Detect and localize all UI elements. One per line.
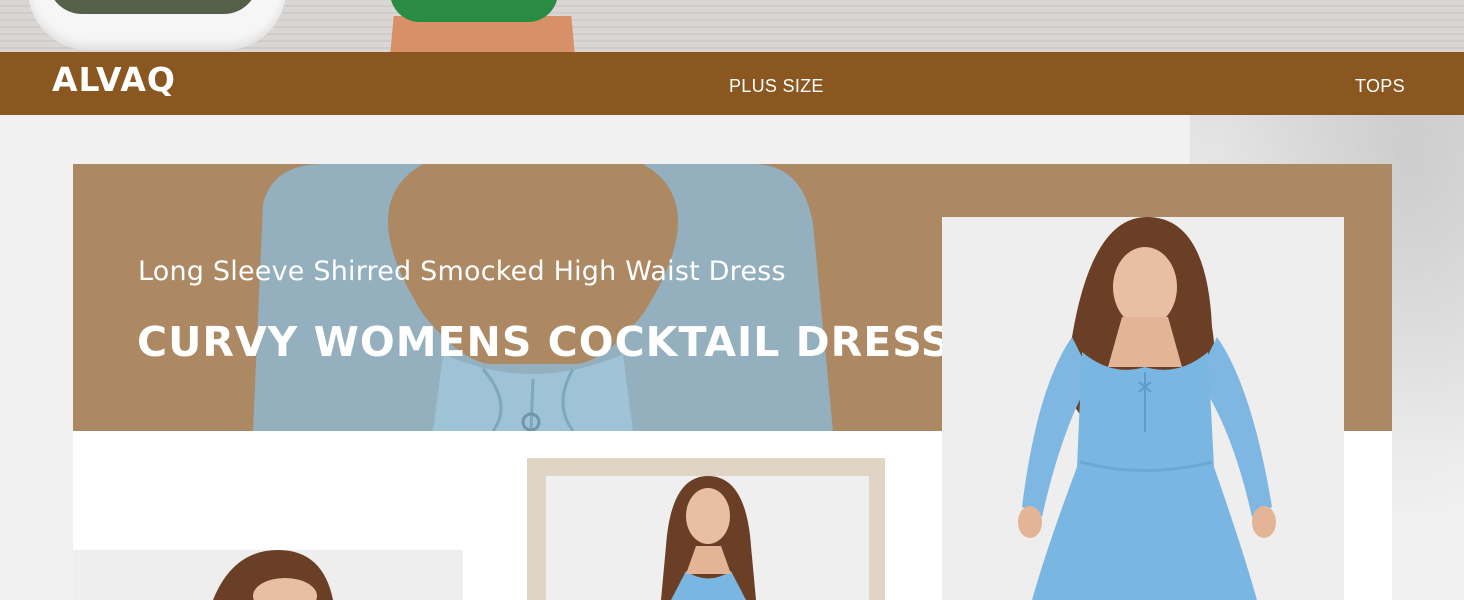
model-figure-large <box>1018 217 1276 600</box>
plant-image <box>48 0 258 14</box>
model-photo-framed-inner <box>546 476 869 600</box>
green-skirt-image <box>390 0 558 22</box>
brand-logo[interactable]: ALVAQ <box>52 60 176 99</box>
model-photo-framed <box>527 458 885 600</box>
model-photo-left <box>73 550 463 600</box>
nav-item-plus-size[interactable]: PLUS SIZE <box>729 76 824 97</box>
product-panel: Long Sleeve Shirred Smocked High Waist D… <box>73 164 1392 600</box>
product-subtitle: Long Sleeve Shirred Smocked High Waist D… <box>138 256 786 287</box>
dress-closeup-image <box>253 164 833 431</box>
nav-item-tops[interactable]: TOPS <box>1355 76 1405 97</box>
nav-bar: ALVAQ PLUS SIZE TOPS <box>0 52 1464 115</box>
model-figure-small <box>661 476 756 600</box>
hero-photo-strip <box>0 0 1464 52</box>
model-hair-crop <box>213 550 333 600</box>
model-photo-large <box>942 217 1344 600</box>
product-title: CURVY WOMENS COCKTAIL DRESS <box>137 318 952 366</box>
